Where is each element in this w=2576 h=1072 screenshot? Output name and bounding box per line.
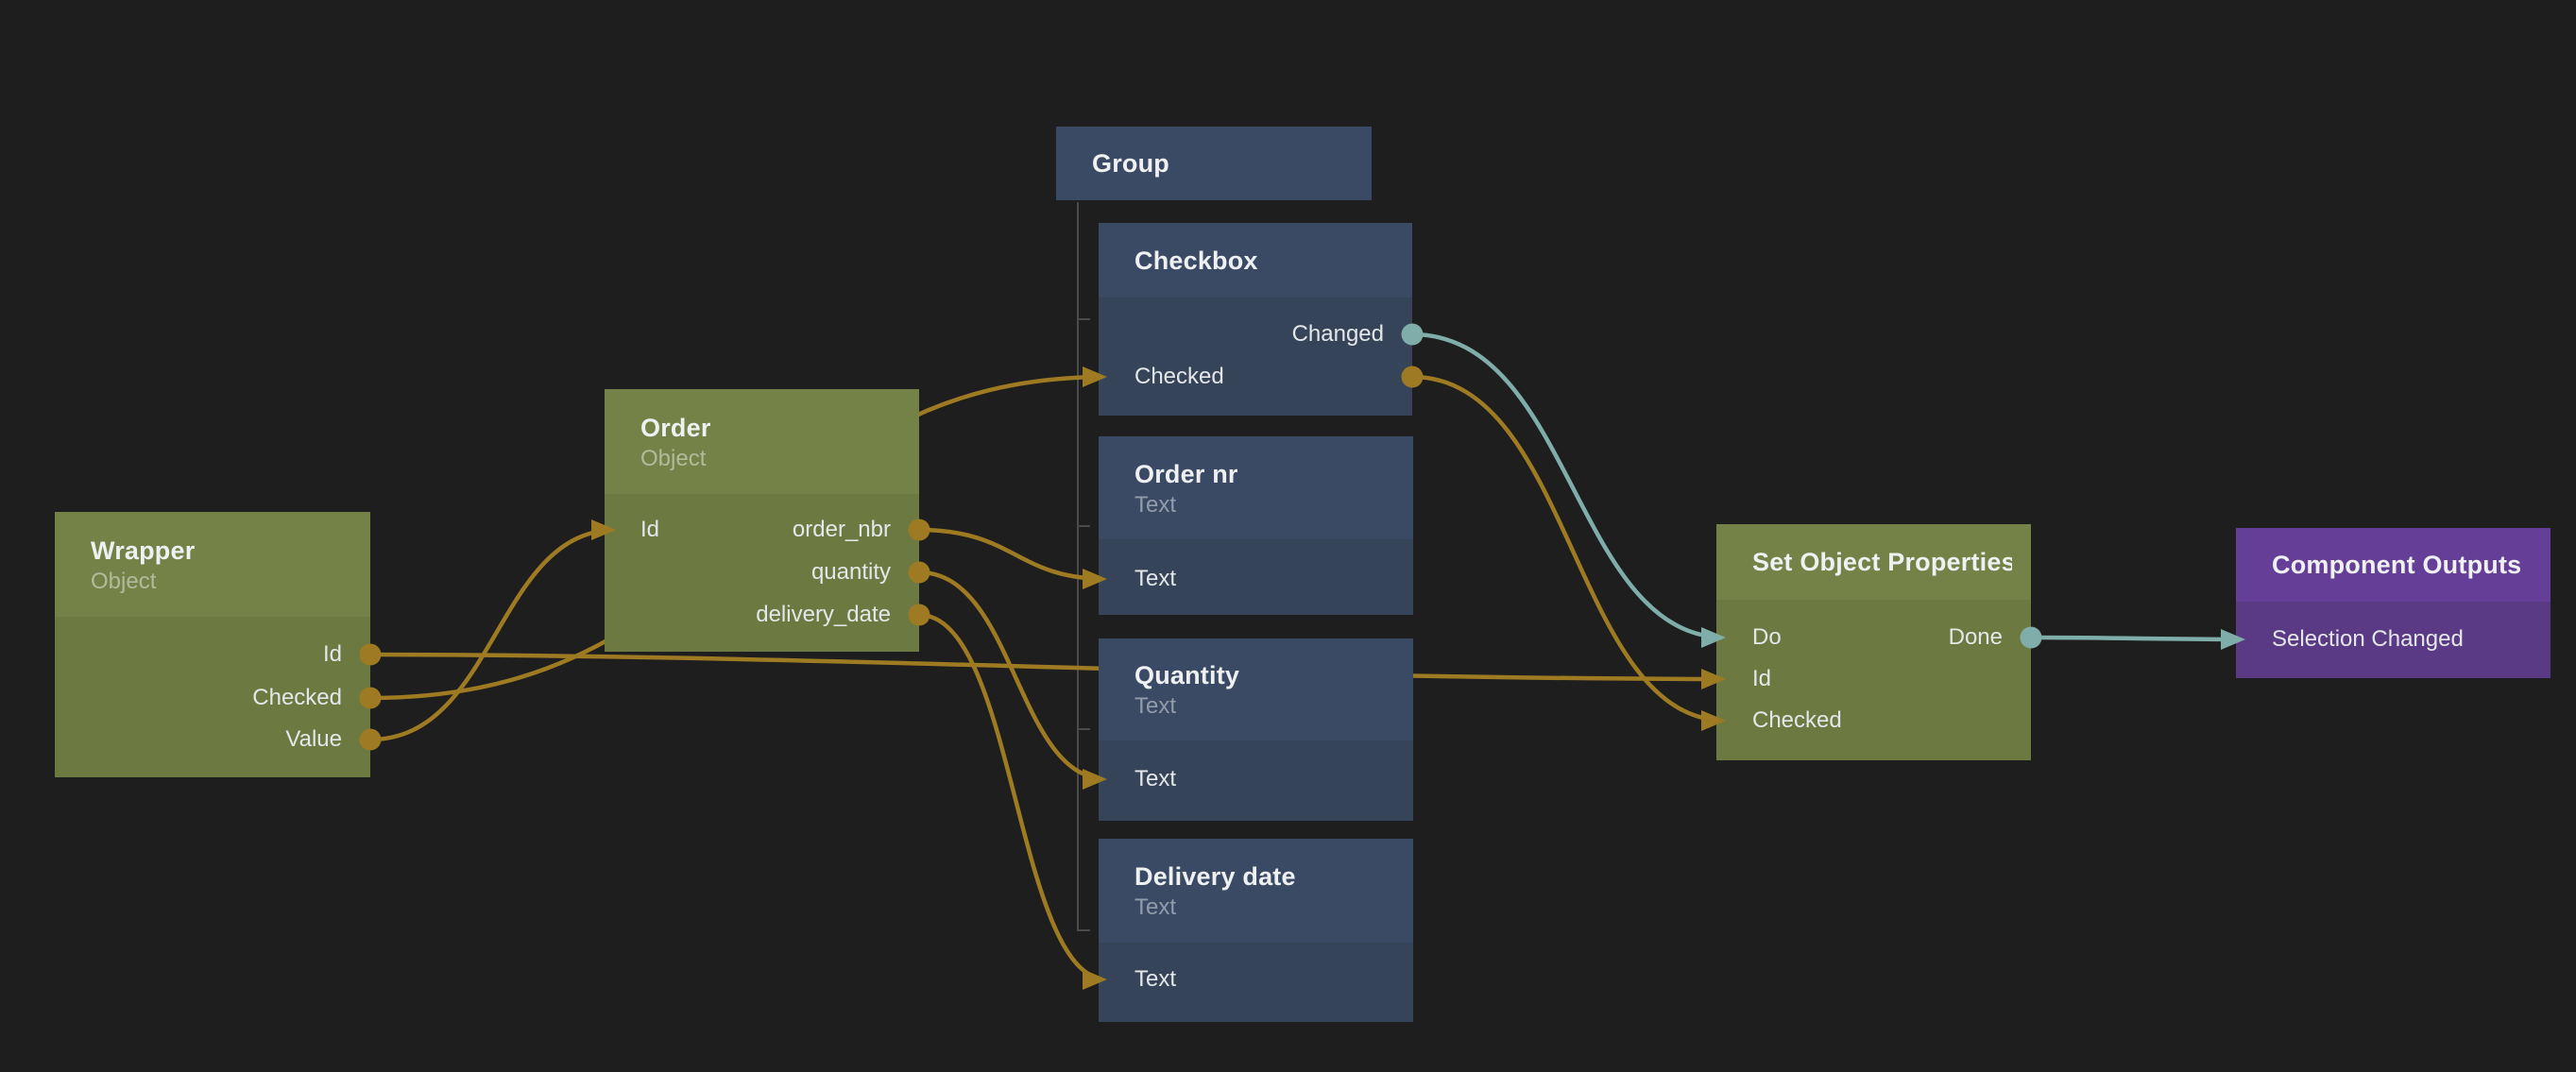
node-group-header: Group [1056,127,1372,200]
port-label-changed: Changed [1292,321,1384,348]
node-title: Wrapper [91,534,351,568]
port-label-checked: Checked [252,685,342,711]
node-wrapper[interactable]: Wrapper Object Id Checked Value [55,512,370,777]
port-label-id: Id [1752,666,1771,692]
node-component-outputs-header: Component Outputs [2236,528,2550,602]
node-subtitle: Object [91,568,351,596]
node-order-nr-header: Order nr Text [1099,436,1413,539]
node-title: Order [640,411,900,445]
port-label-checked: Checked [1134,364,1224,390]
node-title: Checkbox [1134,244,1393,278]
node-title: Group [1092,146,1353,180]
port-row: Id [55,641,370,668]
port-row: Value [55,726,370,753]
port-row: Text [1099,966,1413,993]
port-row: Checked [1716,707,2031,734]
node-delivery-date-header: Delivery date Text [1099,839,1413,943]
node-title: Order nr [1134,457,1394,491]
port-label-selection-changed: Selection Changed [2272,626,2464,653]
node-checkbox-header: Checkbox [1099,223,1412,298]
group-tree-line [1078,202,1090,930]
port-label-id: Id [323,641,342,668]
node-sop-header: Set Object Properties [1716,524,2031,600]
wire-wrapper-value-to-order-id[interactable] [370,530,616,740]
port-row: delivery_date [605,602,919,628]
group-tree-ticks [1078,319,1090,729]
port-label-done: Done [1949,624,2003,651]
port-label-text: Text [1134,566,1176,592]
node-order-header: Order Object [605,389,919,494]
port-label-text: Text [1134,766,1176,792]
node-subtitle: Object [640,445,900,473]
port-label-checked: Checked [1752,707,1842,734]
port-label-do: Do [1752,624,1782,651]
node-order[interactable]: Order Object Id order_nbr quantity deliv… [605,389,919,652]
port-label-order-nbr: order_nbr [793,517,891,543]
node-subtitle: Text [1134,692,1394,721]
node-title: Component Outputs [2272,548,2532,582]
node-title: Delivery date [1134,859,1394,893]
port-row: Id [1716,666,2031,692]
node-subtitle: Text [1134,893,1394,922]
wire-checkbox-changed-to-sop-do[interactable] [1412,334,1726,638]
port-row: Do Done [1716,624,2031,651]
port-label-quantity: quantity [811,559,891,586]
port-row: quantity [605,559,919,586]
node-quantity-header: Quantity Text [1099,638,1413,740]
node-delivery-date[interactable]: Delivery date Text Text [1099,839,1413,1022]
wire-quantity-to-quantity-text[interactable] [919,572,1107,779]
node-quantity[interactable]: Quantity Text Text [1099,638,1413,821]
port-row: Text [1099,766,1413,792]
node-subtitle: Text [1134,491,1394,519]
port-row: Checked [1099,364,1412,390]
port-row: Changed [1099,321,1412,348]
node-component-outputs[interactable]: Component Outputs Selection Changed [2236,528,2550,678]
port-label-value: Value [285,726,342,753]
node-wrapper-header: Wrapper Object [55,512,370,617]
wire-order-nbr-to-ordernr-text[interactable] [919,530,1107,579]
port-label-id: Id [640,517,659,543]
node-graph-canvas[interactable]: Wrapper Object Id Checked Value Order Ob… [0,0,2576,1072]
node-group[interactable]: Group [1056,127,1372,200]
node-checkbox[interactable]: Checkbox Changed Checked [1099,223,1412,416]
port-row: Selection Changed [2236,626,2550,653]
port-row: Checked [55,685,370,711]
node-set-object-properties[interactable]: Set Object Properties Do Done Id Checked [1716,524,2031,760]
node-order-nr[interactable]: Order nr Text Text [1099,436,1413,615]
wire-wrapper-id-to-sop-id[interactable] [370,655,1726,679]
wire-delivery-date-to-deliverydate-text[interactable] [919,615,1107,979]
wire-checkbox-checked-to-sop-checked[interactable] [1412,377,1726,721]
wire-sop-done-to-componentoutputs[interactable] [2031,638,2245,639]
port-row: Id order_nbr [605,517,919,543]
port-row: Text [1099,566,1413,592]
port-label-text: Text [1134,966,1176,993]
node-title: Set Object Properties [1752,545,2012,579]
port-label-delivery-date: delivery_date [756,602,891,628]
node-title: Quantity [1134,658,1394,692]
